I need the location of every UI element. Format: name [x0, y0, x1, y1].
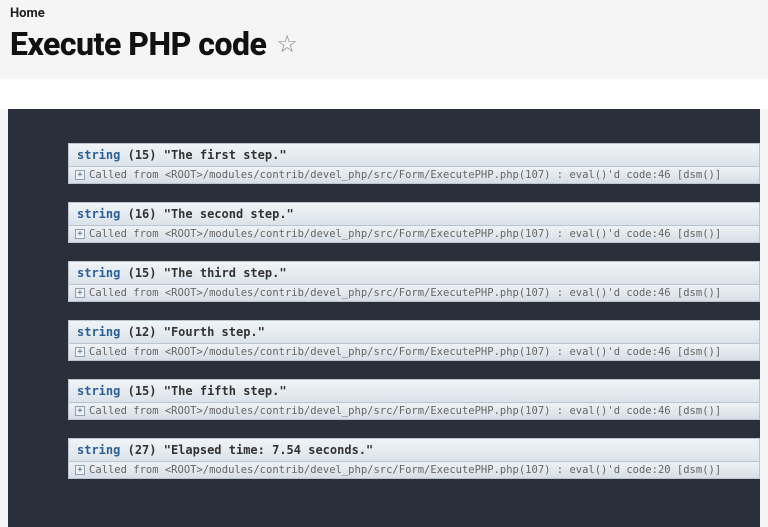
dump-value-line: string (16) "The second step.": [68, 202, 760, 225]
dump-type: string: [77, 207, 120, 221]
dump-value-line: string (27) "Elapsed time: 7.54 seconds.…: [68, 438, 760, 461]
dump-sep: [157, 325, 164, 339]
trace-prefix: Called from: [89, 169, 165, 181]
content-spacer: [0, 79, 768, 109]
dump-sep: [157, 148, 164, 162]
page-title-row: Execute PHP code ☆: [10, 25, 758, 63]
dump-type: string: [77, 384, 120, 398]
trace-line: + Called from <ROOT>/modules/contrib/deve…: [68, 461, 760, 479]
dump-sep: [120, 148, 127, 162]
dump-string: "The fifth step.": [164, 384, 287, 398]
breadcrumb[interactable]: Home: [10, 6, 758, 21]
dump-value-line: string (15) "The third step.": [68, 261, 760, 284]
trace-path: <ROOT>/modules/contrib/devel_php/src/For…: [165, 464, 721, 476]
page-title: Execute PHP code: [10, 25, 266, 63]
dump-sep: [157, 384, 164, 398]
trace-path: <ROOT>/modules/contrib/devel_php/src/For…: [165, 228, 721, 240]
dump-value-line: string (15) "The fifth step.": [68, 379, 760, 402]
dump-value-line: string (12) "Fourth step.": [68, 320, 760, 343]
trace-text: Called from <ROOT>/modules/contrib/devel…: [89, 464, 721, 476]
dump-sep: [157, 443, 164, 457]
trace-path: <ROOT>/modules/contrib/devel_php/src/For…: [165, 287, 721, 299]
dump-sep: [157, 207, 164, 221]
expand-icon[interactable]: +: [75, 170, 85, 180]
dump-type: string: [77, 443, 120, 457]
dump-length: (27): [128, 443, 157, 457]
trace-line: + Called from <ROOT>/modules/contrib/deve…: [68, 225, 760, 243]
dump-length: (15): [128, 266, 157, 280]
dump-length: (15): [128, 384, 157, 398]
trace-prefix: Called from: [89, 405, 165, 417]
expand-icon[interactable]: +: [75, 406, 85, 416]
dump-sep: [120, 384, 127, 398]
var-dump: string (12) "Fourth step." + Called from …: [68, 320, 760, 361]
var-dump: string (15) "The fifth step." + Called fr…: [68, 379, 760, 420]
trace-line: + Called from <ROOT>/modules/contrib/deve…: [68, 284, 760, 302]
var-dump: string (27) "Elapsed time: 7.54 seconds.…: [68, 438, 760, 479]
expand-icon[interactable]: +: [75, 229, 85, 239]
trace-text: Called from <ROOT>/modules/contrib/devel…: [89, 228, 721, 240]
trace-line: + Called from <ROOT>/modules/contrib/deve…: [68, 166, 760, 184]
trace-line: + Called from <ROOT>/modules/contrib/deve…: [68, 343, 760, 361]
var-dump: string (16) "The second step." + Called f…: [68, 202, 760, 243]
trace-prefix: Called from: [89, 287, 165, 299]
dump-sep: [120, 443, 127, 457]
trace-line: + Called from <ROOT>/modules/contrib/deve…: [68, 402, 760, 420]
trace-path: <ROOT>/modules/contrib/devel_php/src/For…: [165, 169, 721, 181]
expand-icon[interactable]: +: [75, 288, 85, 298]
expand-icon[interactable]: +: [75, 465, 85, 475]
dump-string: "The second step.": [164, 207, 294, 221]
var-dump: string (15) "The first step." + Called fr…: [68, 143, 760, 184]
output-panel: string (15) "The first step." + Called fr…: [8, 109, 760, 527]
trace-path: <ROOT>/modules/contrib/devel_php/src/For…: [165, 405, 721, 417]
dump-sep: [120, 207, 127, 221]
trace-prefix: Called from: [89, 346, 165, 358]
dump-type: string: [77, 325, 120, 339]
dump-sep: [157, 266, 164, 280]
dump-type: string: [77, 148, 120, 162]
trace-text: Called from <ROOT>/modules/contrib/devel…: [89, 346, 721, 358]
trace-prefix: Called from: [89, 228, 165, 240]
var-dump: string (15) "The third step." + Called fr…: [68, 261, 760, 302]
dump-string: "The third step.": [164, 266, 287, 280]
dump-length: (16): [128, 207, 157, 221]
trace-text: Called from <ROOT>/modules/contrib/devel…: [89, 287, 721, 299]
header: Home Execute PHP code ☆: [0, 0, 768, 79]
dump-string: "Fourth step.": [164, 325, 265, 339]
dump-string: "Elapsed time: 7.54 seconds.": [164, 443, 374, 457]
dump-length: (12): [128, 325, 157, 339]
dump-length: (15): [128, 148, 157, 162]
trace-text: Called from <ROOT>/modules/contrib/devel…: [89, 169, 721, 181]
dump-type: string: [77, 266, 120, 280]
favorite-star-icon[interactable]: ☆: [276, 30, 298, 58]
trace-prefix: Called from: [89, 464, 165, 476]
dump-string: "The first step.": [164, 148, 287, 162]
dump-sep: [120, 325, 127, 339]
dump-sep: [120, 266, 127, 280]
trace-path: <ROOT>/modules/contrib/devel_php/src/For…: [165, 346, 721, 358]
expand-icon[interactable]: +: [75, 347, 85, 357]
dump-value-line: string (15) "The first step.": [68, 143, 760, 166]
trace-text: Called from <ROOT>/modules/contrib/devel…: [89, 405, 721, 417]
